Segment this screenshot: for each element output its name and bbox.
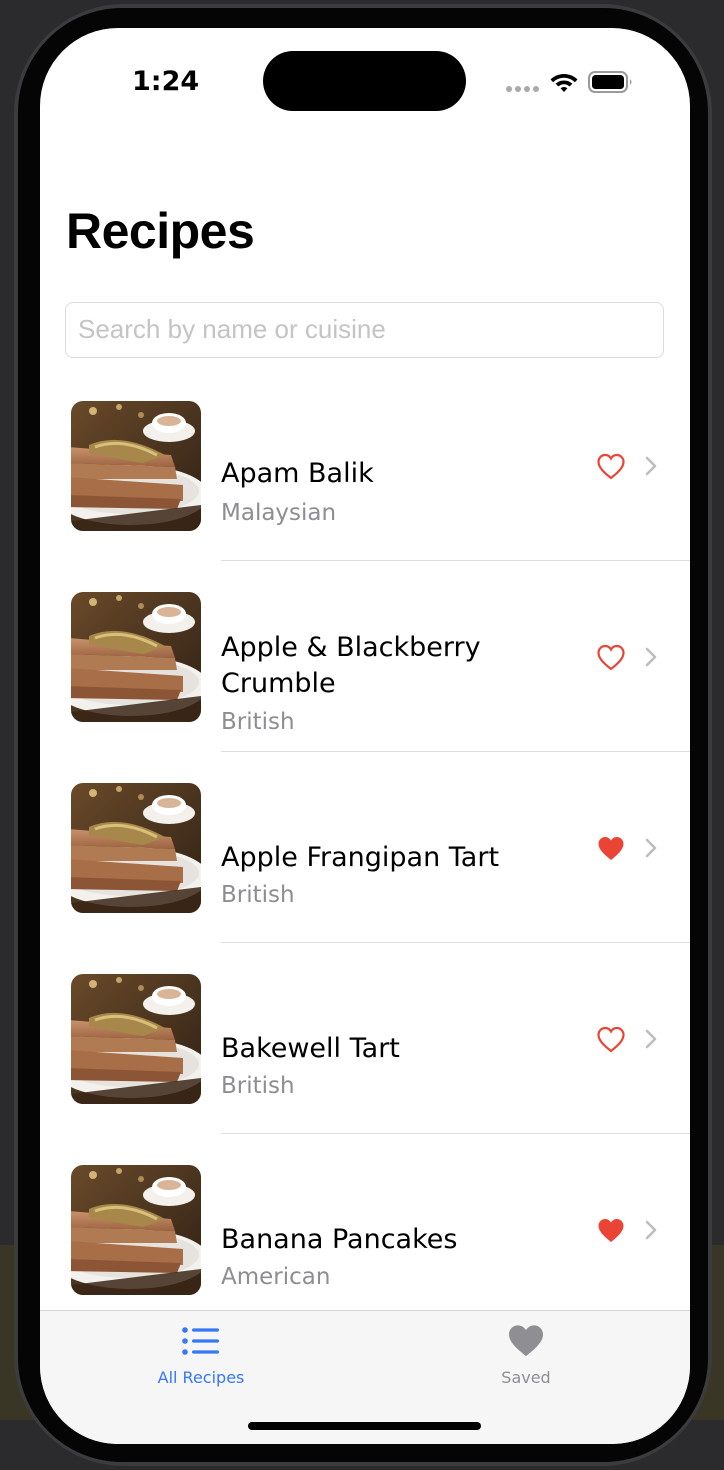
chevron-right-icon bbox=[645, 1220, 657, 1240]
recipe-name: Apple Frangipan Tart bbox=[221, 842, 500, 873]
chevron-right-icon bbox=[645, 647, 657, 667]
recipe-row[interactable]: Apple Frangipan Tart British bbox=[40, 752, 690, 943]
chevron-right-icon bbox=[645, 1029, 657, 1049]
page-title: Recipes bbox=[66, 203, 255, 259]
heart-outline-icon bbox=[597, 644, 625, 671]
recipe-thumbnail bbox=[71, 401, 201, 531]
favorite-button[interactable] bbox=[596, 834, 626, 862]
tab-label: All Recipes bbox=[157, 1368, 245, 1387]
app-screen: 1:24 Recipes Search by name or cuisine A… bbox=[40, 28, 690, 1444]
chevron-right-icon bbox=[645, 838, 657, 858]
heart-icon bbox=[509, 1325, 543, 1357]
tab-saved[interactable]: Saved bbox=[426, 1311, 626, 1401]
recipe-row[interactable]: Apple & Blackberry Crumble British bbox=[40, 561, 690, 752]
heart-outline-icon bbox=[597, 1026, 625, 1053]
tab-label: Saved bbox=[501, 1368, 551, 1387]
recipe-cuisine: British bbox=[221, 882, 295, 908]
heart-filled-icon bbox=[598, 1219, 624, 1242]
chevron-right-icon bbox=[645, 456, 657, 476]
recipe-cuisine: Malaysian bbox=[221, 500, 337, 526]
recipe-name: Banana Pancakes bbox=[221, 1224, 458, 1255]
status-bar: 1:24 bbox=[40, 28, 690, 138]
tab-all-recipes[interactable]: All Recipes bbox=[101, 1311, 301, 1401]
home-indicator[interactable] bbox=[248, 1422, 481, 1430]
signal-icon bbox=[506, 86, 540, 94]
recipe-thumbnail bbox=[71, 1165, 201, 1295]
favorite-button[interactable] bbox=[596, 1216, 626, 1244]
heart-filled-icon bbox=[598, 837, 624, 860]
search-field[interactable] bbox=[65, 302, 664, 358]
battery-icon bbox=[588, 71, 632, 93]
recipe-name: Apam Balik bbox=[221, 458, 374, 489]
heart-outline-icon bbox=[597, 453, 625, 480]
search-input[interactable] bbox=[66, 303, 650, 355]
recipe-name: Apple & Blackberry Crumble bbox=[221, 632, 481, 699]
recipe-thumbnail bbox=[71, 592, 201, 722]
recipe-row[interactable]: Apam Balik Malaysian bbox=[40, 370, 690, 561]
recipe-cuisine: American bbox=[221, 1264, 331, 1290]
list-icon bbox=[182, 1327, 219, 1355]
wifi-icon bbox=[550, 74, 578, 92]
recipe-name: Bakewell Tart bbox=[221, 1033, 400, 1064]
recipe-thumbnail bbox=[71, 783, 201, 913]
recipe-cuisine: British bbox=[221, 1073, 295, 1099]
favorite-button[interactable] bbox=[596, 1025, 626, 1053]
dynamic-island bbox=[263, 51, 466, 111]
recipe-cuisine: British bbox=[221, 709, 295, 735]
recipe-row[interactable]: Bakewell Tart British bbox=[40, 943, 690, 1134]
status-time: 1:24 bbox=[132, 66, 200, 97]
favorite-button[interactable] bbox=[596, 643, 626, 671]
recipe-row[interactable]: Banana Pancakes American bbox=[40, 1134, 690, 1325]
favorite-button[interactable] bbox=[596, 452, 626, 480]
recipe-thumbnail bbox=[71, 974, 201, 1104]
